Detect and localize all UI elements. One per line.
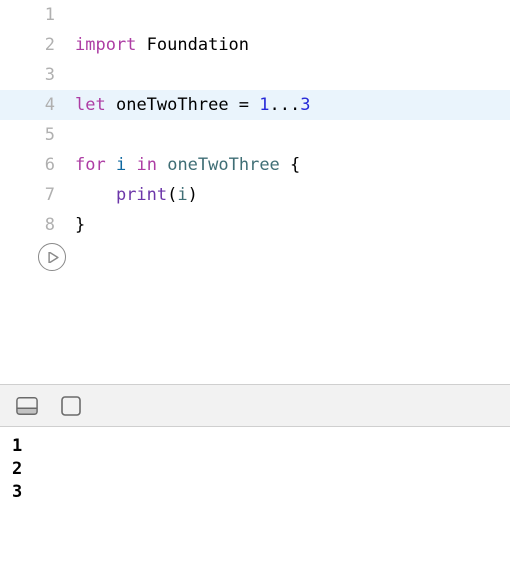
token-kw: in [136, 155, 156, 175]
line-number: 2 [0, 30, 75, 60]
run-button[interactable] [38, 243, 66, 271]
code-line[interactable]: 3 [0, 60, 510, 90]
code-line[interactable]: 1 [0, 0, 510, 30]
token-plain [136, 35, 146, 55]
line-number: 3 [0, 60, 75, 90]
token-type: i [177, 185, 187, 205]
code-line[interactable]: 2import Foundation [0, 30, 510, 60]
line-number: 1 [0, 0, 75, 30]
token-plain [126, 155, 136, 175]
code-line[interactable]: 8} [0, 210, 510, 240]
line-number: 5 [0, 120, 75, 150]
code-content[interactable]: import Foundation [75, 30, 510, 60]
run-row [0, 240, 510, 274]
token-type: oneTwoThree [167, 155, 280, 175]
token-plain [157, 155, 167, 175]
console-line: 1 [12, 435, 498, 458]
console-toolbar [0, 385, 510, 427]
token-kw: let [75, 95, 106, 115]
token-plain [106, 155, 116, 175]
token-plain [75, 185, 116, 205]
code-content[interactable]: print(i) [75, 180, 510, 210]
token-kw: for [75, 155, 106, 175]
code-line[interactable]: 6for i in oneTwoThree { [0, 150, 510, 180]
token-plain: ) [188, 185, 198, 205]
token-kw: import [75, 35, 136, 55]
token-plain: } [75, 215, 85, 235]
code-content[interactable]: for i in oneTwoThree { [75, 150, 510, 180]
token-num: 1 [259, 95, 269, 115]
token-plain [106, 95, 116, 115]
line-number: 7 [0, 180, 75, 210]
token-ident: i [116, 155, 126, 175]
token-plain: Foundation [147, 35, 249, 55]
console-output: 123 [0, 427, 510, 512]
play-icon [48, 252, 59, 263]
token-plain: oneTwoThree [116, 95, 229, 115]
token-plain: ... [270, 95, 301, 115]
code-line[interactable]: 5 [0, 120, 510, 150]
token-num: 3 [300, 95, 310, 115]
token-plain: ( [167, 185, 177, 205]
panel-bottom-icon[interactable] [16, 397, 38, 415]
token-plain: = [229, 95, 260, 115]
token-call: print [116, 185, 167, 205]
code-line[interactable]: 4let oneTwoThree = 1...3 [0, 90, 510, 120]
token-plain: { [280, 155, 300, 175]
console-line: 3 [12, 481, 498, 504]
line-number: 6 [0, 150, 75, 180]
code-content[interactable]: let oneTwoThree = 1...3 [75, 90, 510, 120]
panel-square-icon[interactable] [60, 397, 82, 415]
code-line[interactable]: 7 print(i) [0, 180, 510, 210]
line-number: 8 [0, 210, 75, 240]
code-content[interactable]: } [75, 210, 510, 240]
code-editor[interactable]: 12import Foundation34let oneTwoThree = 1… [0, 0, 510, 240]
line-number: 4 [0, 90, 75, 120]
console-line: 2 [12, 458, 498, 481]
